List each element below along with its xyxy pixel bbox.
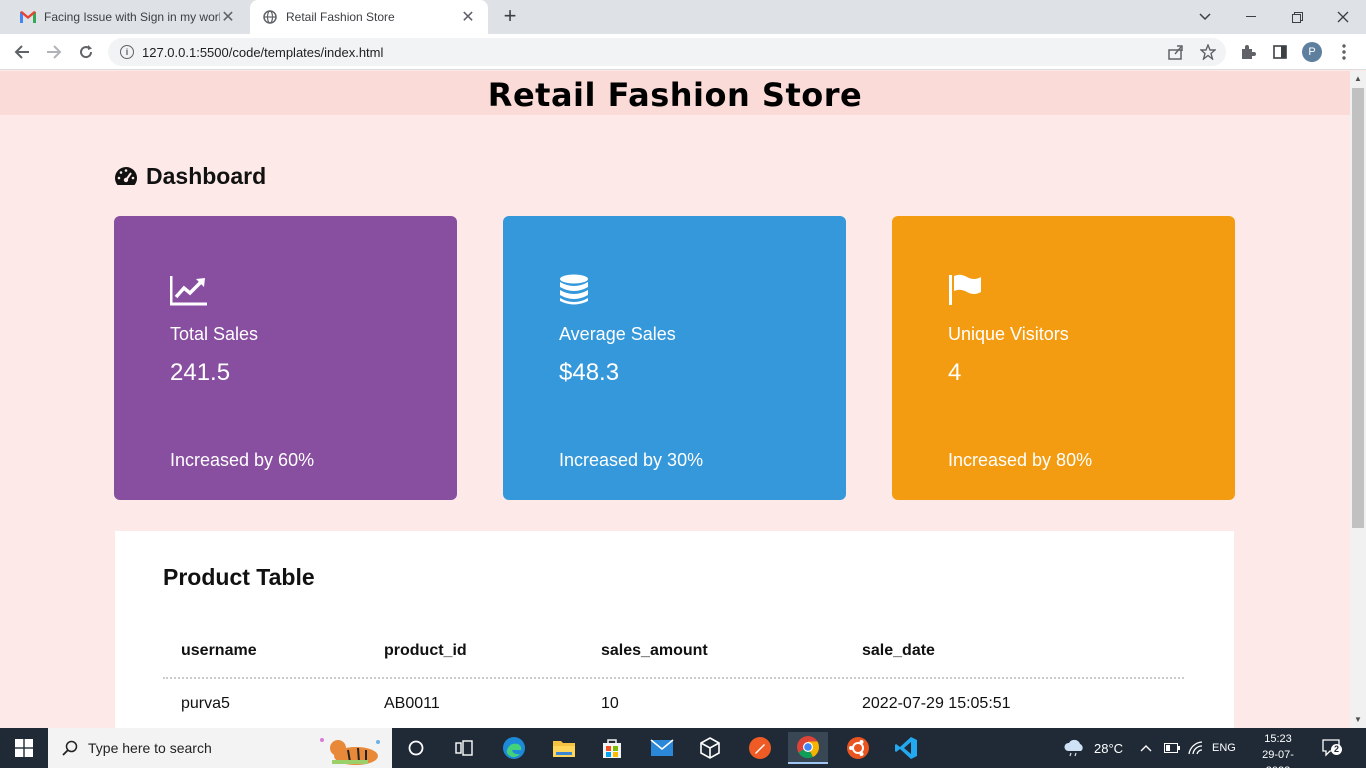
clock-time: 15:23: [1264, 733, 1292, 745]
total-sales-card: Total Sales 241.5 Increased by 60%: [114, 216, 457, 500]
database-icon: [560, 274, 588, 305]
cortana-icon[interactable]: [396, 732, 436, 764]
chrome-icon[interactable]: [788, 732, 828, 764]
table-header-row: username product_id sales_amount sale_da…: [163, 631, 1184, 679]
new-tab-button[interactable]: +: [498, 4, 522, 28]
tachometer-icon: [114, 166, 138, 185]
menu-kebab-icon[interactable]: [1334, 42, 1354, 62]
tab-search-icon[interactable]: [1182, 0, 1228, 34]
edge-icon[interactable]: [494, 732, 534, 764]
card-trend: Increased by 60%: [170, 450, 315, 470]
battery-icon[interactable]: [1164, 728, 1180, 768]
postman-icon[interactable]: [740, 732, 780, 764]
chevron-up-icon[interactable]: [1140, 728, 1152, 768]
close-window-button[interactable]: [1320, 0, 1366, 34]
tiger-illustration-icon: [320, 738, 380, 765]
forward-arrow-icon[interactable]: [40, 38, 68, 66]
card-value: 241.5: [170, 359, 231, 386]
microsoft-store-icon[interactable]: [592, 732, 632, 764]
tab-strip: Facing Issue with Sign in my worl ✕ Reta…: [0, 0, 1366, 34]
url-text: 127.0.0.1:5500/code/templates/index.html: [142, 44, 384, 60]
table-cell: AB0011: [384, 695, 440, 712]
unique-visitors-card: Unique Visitors 4 Increased by 80%: [892, 216, 1235, 500]
weather-temp: 28°C: [1094, 740, 1124, 756]
weather-widget[interactable]: 28°C: [1062, 728, 1123, 768]
card-trend: Increased by 30%: [559, 450, 704, 470]
dashboard-heading: Dashboard: [114, 163, 266, 190]
card-value: 4: [948, 359, 962, 386]
table-cell: purva5: [181, 695, 230, 712]
table-cell: 10: [601, 695, 619, 712]
mail-icon[interactable]: [642, 732, 682, 764]
file-explorer-icon[interactable]: [544, 732, 584, 764]
browser-toolbar: i 127.0.0.1:5500/code/templates/index.ht…: [0, 34, 1366, 70]
card-value: $48.3: [559, 359, 620, 386]
page-viewport: Retail Fashion Store Dashboard Total Sal…: [0, 71, 1350, 728]
page-scrollbar[interactable]: ▲ ▼: [1350, 71, 1366, 728]
windows-start-icon[interactable]: [0, 728, 48, 768]
flag-icon: [949, 274, 981, 305]
notifications-button[interactable]: 2: [1322, 728, 1342, 768]
product-table-panel: Product Table username product_id sales_…: [115, 531, 1234, 728]
dashboard-title: Dashboard: [146, 163, 267, 189]
clock-date: 29-07-2022: [1262, 749, 1294, 768]
reload-icon[interactable]: [72, 38, 100, 66]
cloud-rain-icon: [1064, 739, 1083, 757]
column-header[interactable]: sale_date: [862, 631, 935, 671]
close-icon[interactable]: ✕: [460, 7, 476, 27]
table-row: purva5 AB0011 10 2022-07-29 15:05:51: [163, 679, 1184, 728]
product-table: username product_id sales_amount sale_da…: [163, 631, 1184, 728]
column-header[interactable]: username: [181, 631, 257, 671]
taskbar-search-input[interactable]: Type here to search: [48, 728, 392, 768]
ubuntu-icon[interactable]: [838, 732, 878, 764]
info-icon[interactable]: i: [120, 45, 134, 59]
system-clock[interactable]: 15:23 29-07-2022: [1250, 731, 1306, 768]
tab-title: Retail Fashion Store: [286, 10, 395, 24]
gmail-icon: [20, 9, 36, 25]
site-header: Retail Fashion Store: [0, 71, 1350, 115]
line-chart-icon: [170, 276, 207, 306]
search-placeholder: Type here to search: [88, 740, 212, 756]
wifi-icon[interactable]: [1188, 728, 1204, 768]
profile-avatar[interactable]: P: [1302, 42, 1322, 62]
language-indicator[interactable]: ENG: [1212, 728, 1236, 768]
back-arrow-icon[interactable]: [8, 38, 36, 66]
restore-button[interactable]: [1274, 0, 1320, 34]
close-icon[interactable]: ✕: [220, 7, 236, 27]
card-label: Unique Visitors: [948, 324, 1069, 344]
scroll-down-arrow-icon[interactable]: ▼: [1350, 712, 1366, 728]
share-icon[interactable]: [1166, 42, 1186, 62]
globe-icon: [262, 9, 278, 25]
windows-taskbar: Type here to search 28°C ENG 15:23 29-07…: [0, 728, 1366, 768]
minimize-button[interactable]: [1228, 0, 1274, 34]
column-header[interactable]: sales_amount: [601, 631, 708, 671]
tab-retail-fashion-store[interactable]: Retail Fashion Store ✕: [250, 0, 488, 34]
card-label: Total Sales: [170, 324, 259, 344]
column-header[interactable]: product_id: [384, 631, 467, 671]
cube-app-icon[interactable]: [690, 732, 730, 764]
tab-gmail[interactable]: Facing Issue with Sign in my worl ✕: [8, 0, 248, 34]
card-trend: Increased by 80%: [948, 450, 1093, 470]
search-icon: [62, 740, 78, 756]
address-bar[interactable]: i 127.0.0.1:5500/code/templates/index.ht…: [108, 38, 1226, 66]
average-sales-card: Average Sales $48.3 Increased by 30%: [503, 216, 846, 500]
table-cell: 2022-07-29 15:05:51: [862, 695, 1011, 712]
card-label: Average Sales: [559, 324, 676, 344]
tab-title: Facing Issue with Sign in my worl: [44, 10, 220, 24]
scroll-up-arrow-icon[interactable]: ▲: [1350, 71, 1366, 87]
side-panel-icon[interactable]: [1270, 42, 1290, 62]
product-table-title: Product Table: [163, 564, 315, 590]
scrollbar-thumb[interactable]: [1352, 88, 1364, 528]
site-title: Retail Fashion Store: [487, 76, 863, 114]
extensions-icon[interactable]: [1238, 42, 1258, 62]
task-view-icon[interactable]: [444, 732, 484, 764]
bookmark-star-icon[interactable]: [1198, 42, 1218, 62]
notification-count: 2: [1331, 744, 1342, 755]
vscode-icon[interactable]: [886, 732, 926, 764]
